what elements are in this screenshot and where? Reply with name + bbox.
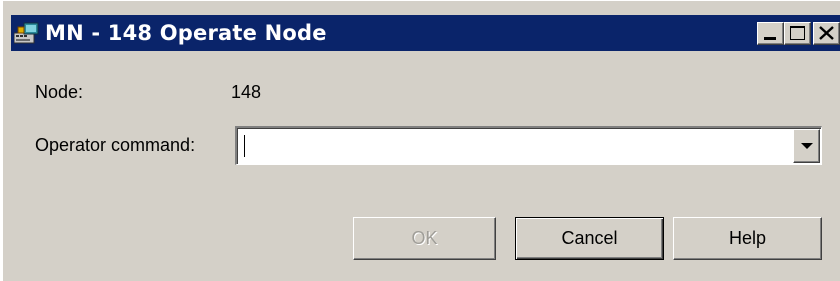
operator-command-dropdown-button[interactable] <box>793 129 820 163</box>
close-icon <box>819 26 834 40</box>
maximize-icon <box>790 26 805 40</box>
maximize-button[interactable] <box>784 22 811 45</box>
minimize-icon <box>764 37 776 40</box>
operate-node-dialog: MN - 148 Operate Node Node: 148 Operator… <box>2 0 840 281</box>
ok-button[interactable]: OK <box>353 217 496 260</box>
chevron-down-icon <box>801 143 813 149</box>
close-button[interactable] <box>813 22 840 45</box>
operator-command-combobox[interactable] <box>235 126 822 165</box>
node-label: Node: <box>35 82 84 102</box>
node-app-icon <box>13 21 40 45</box>
cancel-button[interactable]: Cancel <box>515 217 664 260</box>
minimize-button[interactable] <box>757 22 784 45</box>
help-button[interactable]: Help <box>673 217 822 260</box>
node-value: 148 <box>231 82 262 102</box>
title-bar[interactable]: MN - 148 Operate Node <box>11 15 840 51</box>
operator-command-input[interactable] <box>243 134 783 158</box>
operator-command-label: Operator command: <box>35 135 196 155</box>
text-caret <box>244 135 245 157</box>
window-title: MN - 148 Operate Node <box>45 21 327 45</box>
